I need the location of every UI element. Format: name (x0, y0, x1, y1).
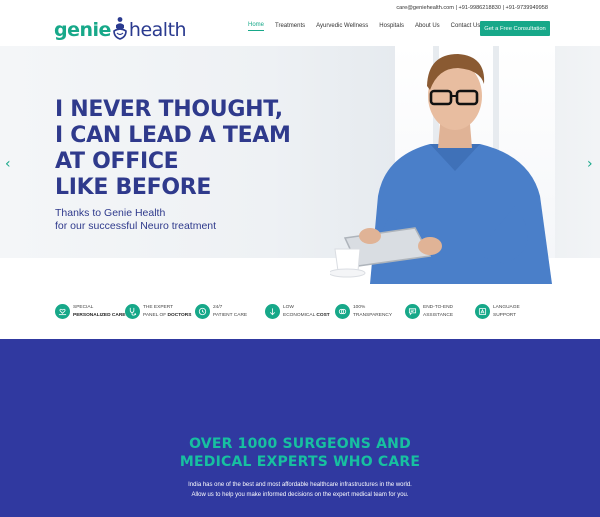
feature-line2: Patient Care (213, 312, 248, 318)
feature-line2: Panel of (143, 312, 168, 318)
coin-icon (265, 304, 280, 319)
feature-line2: Economical (283, 312, 317, 318)
experts-section: OVER 1000 SURGEONS AND MEDICAL EXPERTS W… (0, 339, 600, 517)
feature-low-cost: Low Economical Cost (265, 304, 330, 319)
headline-line: AT OFFICE (55, 149, 179, 174)
feature-expert-doctors: The Expert Panel of Doctors (125, 304, 191, 319)
hero-slider: I NEVER THOUGHT, I CAN LEAD A TEAM AT OF… (0, 46, 600, 284)
feature-line2: Assistance (423, 312, 454, 318)
feature-line1: Special (73, 305, 94, 310)
feature-line1: End-to-End (423, 305, 454, 310)
headline-line: I CAN LEAD A TEAM (55, 123, 291, 148)
nav-about-us[interactable]: About Us (415, 23, 440, 31)
nav-treatments[interactable]: Treatments (275, 23, 305, 31)
chat-icon (405, 304, 420, 319)
clock-icon (195, 304, 210, 319)
subline-line: Thanks to Genie Health (55, 207, 166, 219)
feature-line2: Personalized Care (73, 312, 126, 318)
feature-personalized-care: Special Personalized Care (55, 304, 126, 319)
feature-line1: 100% (353, 305, 366, 310)
circles-icon (335, 304, 350, 319)
features-strip: Special Personalized Care The Expert Panel… (0, 296, 600, 334)
feature-line1: 24/7 (213, 305, 223, 310)
nav-ayurvedic-wellness[interactable]: Ayurvedic Wellness (316, 23, 368, 31)
site-header: genie health Home Treatments Ayurvedic W… (0, 0, 600, 46)
section-title-line: OVER 1000 SURGEONS AND (189, 436, 411, 452)
hero-man-image (330, 54, 552, 284)
slider-prev-arrow[interactable]: ‹ (5, 156, 11, 172)
feature-line1: The Expert (143, 305, 174, 310)
hero-headline: I NEVER THOUGHT, I CAN LEAD A TEAM AT OF… (55, 97, 291, 201)
feature-assistance: End-to-End Assistance (405, 304, 453, 319)
genie-lamp-icon (113, 17, 127, 40)
section-body-line: India has one of the best and most affor… (188, 482, 412, 488)
section-title-line: MEDICAL EXPERTS WHO CARE (179, 454, 421, 470)
feature-line1: Language (493, 305, 520, 310)
section-title: OVER 1000 SURGEONS AND MEDICAL EXPERTS W… (0, 435, 600, 471)
feature-line2-bold: Doctors (167, 312, 192, 318)
headline-line: I NEVER THOUGHT, (55, 97, 283, 122)
feature-line2-bold: Cost (316, 312, 330, 318)
main-nav: Home Treatments Ayurvedic Wellness Hospi… (248, 22, 491, 31)
free-consultation-button[interactable]: Get a Free Consultation (480, 21, 550, 36)
feature-line1: Low (283, 305, 294, 310)
nav-hospitals[interactable]: Hospitals (379, 23, 404, 31)
slider-next-arrow[interactable]: › (587, 156, 593, 172)
feature-language-support: Language Support (475, 304, 520, 319)
feature-transparency: 100% Transparency (335, 304, 392, 319)
stethoscope-icon (125, 304, 140, 319)
translate-icon (475, 304, 490, 319)
feature-line2: Transparency (353, 312, 393, 318)
nav-contact-us[interactable]: Contact Us (451, 23, 481, 31)
subline-line: for our successful Neuro treatment (55, 220, 217, 232)
logo-text-health: health (128, 19, 187, 41)
hand-heart-icon (55, 304, 70, 319)
hero-subline: Thanks to Genie Health for our successfu… (55, 207, 216, 233)
headline-line: LIKE BEFORE (55, 175, 212, 200)
logo-text-genie: genie (54, 19, 111, 41)
section-body: India has one of the best and most affor… (0, 480, 600, 500)
feature-patient-care: 24/7 Patient Care (195, 304, 247, 319)
nav-home[interactable]: Home (248, 22, 265, 31)
logo[interactable]: genie health (54, 12, 187, 41)
section-body-line: Allow us to help you make informed decis… (191, 492, 409, 498)
feature-line2: Support (493, 312, 517, 318)
